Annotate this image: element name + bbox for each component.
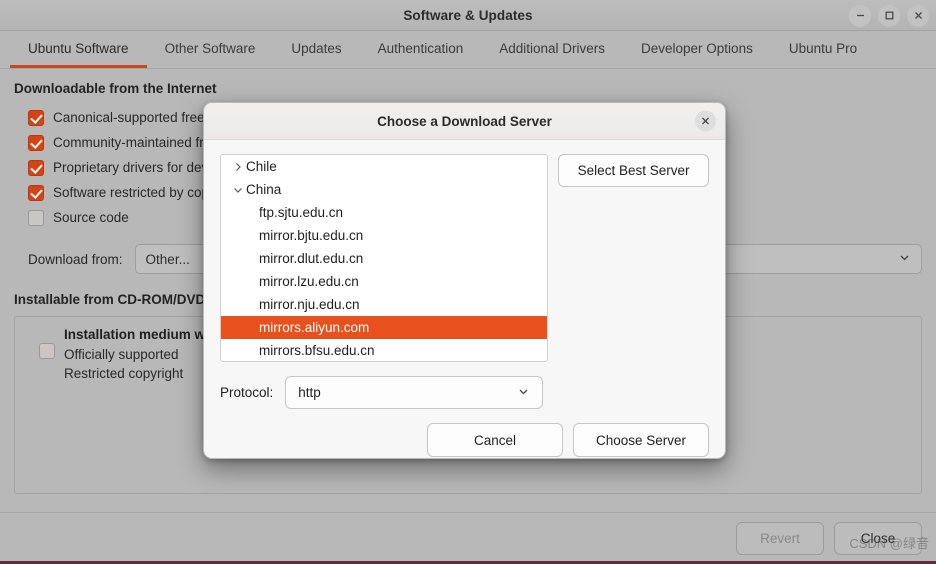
tab-other-software[interactable]: Other Software bbox=[147, 31, 274, 68]
close-icon[interactable] bbox=[907, 4, 929, 27]
checkbox-source-code[interactable] bbox=[28, 209, 44, 226]
tab-authentication[interactable]: Authentication bbox=[360, 31, 482, 68]
dialog-close-icon[interactable] bbox=[695, 110, 716, 132]
choose-download-server-dialog: Choose a Download Server Chile China ftp… bbox=[203, 102, 726, 459]
close-button[interactable]: Close bbox=[834, 522, 922, 555]
checkbox-restricted[interactable] bbox=[28, 159, 44, 176]
list-item[interactable]: mirrors.bfsu.edu.cn bbox=[221, 339, 547, 361]
dialog-header: Choose a Download Server bbox=[204, 103, 725, 140]
choose-server-button[interactable]: Choose Server bbox=[573, 423, 709, 457]
download-from-value: Other... bbox=[145, 251, 190, 267]
dialog-title: Choose a Download Server bbox=[377, 113, 552, 129]
dialog-top-area: Chile China ftp.sjtu.edu.cn mirror.bjtu.… bbox=[220, 154, 709, 362]
server-tree-list[interactable]: Chile China ftp.sjtu.edu.cn mirror.bjtu.… bbox=[220, 154, 549, 362]
dialog-body: Chile China ftp.sjtu.edu.cn mirror.bjtu.… bbox=[204, 140, 725, 409]
minimize-icon[interactable] bbox=[849, 4, 871, 27]
list-item[interactable]: mirror.dlut.edu.cn bbox=[221, 247, 547, 270]
chevron-right-icon[interactable] bbox=[230, 161, 246, 173]
tab-updates[interactable]: Updates bbox=[273, 31, 359, 68]
tab-additional-drivers[interactable]: Additional Drivers bbox=[481, 31, 623, 68]
tree-group-label: China bbox=[246, 182, 282, 197]
tab-ubuntu-software[interactable]: Ubuntu Software bbox=[10, 31, 147, 68]
protocol-row: Protocol: http bbox=[220, 376, 709, 409]
list-item[interactable]: mirror.nju.edu.cn bbox=[221, 293, 547, 316]
checkbox-main[interactable] bbox=[28, 109, 44, 126]
tab-bar: Ubuntu Software Other Software Updates A… bbox=[0, 31, 936, 69]
chevron-down-icon bbox=[898, 251, 911, 267]
list-item-selected[interactable]: mirrors.aliyun.com bbox=[221, 316, 548, 339]
maximize-icon[interactable] bbox=[878, 4, 900, 27]
select-best-server-button[interactable]: Select Best Server bbox=[558, 154, 709, 187]
download-from-label: Download from: bbox=[28, 251, 123, 267]
protocol-value: http bbox=[298, 385, 321, 400]
tree-group-chile[interactable]: Chile bbox=[221, 155, 547, 178]
chevron-down-icon bbox=[517, 385, 530, 401]
chevron-down-icon[interactable] bbox=[230, 184, 246, 196]
tree-group-label: Chile bbox=[246, 159, 277, 174]
checkbox-multiverse[interactable] bbox=[28, 184, 44, 201]
tree-group-china[interactable]: China bbox=[221, 178, 547, 201]
revert-button[interactable]: Revert bbox=[736, 522, 824, 555]
checkbox-label-source-code: Source code bbox=[53, 210, 129, 225]
protocol-label: Protocol: bbox=[220, 385, 274, 400]
window-controls bbox=[849, 0, 929, 31]
cancel-button[interactable]: Cancel bbox=[427, 423, 563, 457]
checkbox-installation-medium[interactable] bbox=[39, 343, 55, 359]
tab-ubuntu-pro[interactable]: Ubuntu Pro bbox=[771, 31, 875, 68]
tab-developer-options[interactable]: Developer Options bbox=[623, 31, 771, 68]
list-item[interactable]: mirror.bjtu.edu.cn bbox=[221, 224, 547, 247]
dialog-actions: Cancel Choose Server bbox=[204, 409, 725, 458]
title-bar: Software & Updates bbox=[0, 0, 936, 31]
list-item[interactable]: ftp.sjtu.edu.cn bbox=[221, 201, 547, 224]
window-footer: Revert Close bbox=[0, 512, 936, 564]
list-item[interactable]: mirror.lzu.edu.cn bbox=[221, 270, 547, 293]
section-title-internet: Downloadable from the Internet bbox=[14, 81, 217, 96]
window-title: Software & Updates bbox=[403, 7, 533, 23]
checkbox-universe[interactable] bbox=[28, 134, 44, 151]
protocol-select[interactable]: http bbox=[285, 376, 544, 409]
